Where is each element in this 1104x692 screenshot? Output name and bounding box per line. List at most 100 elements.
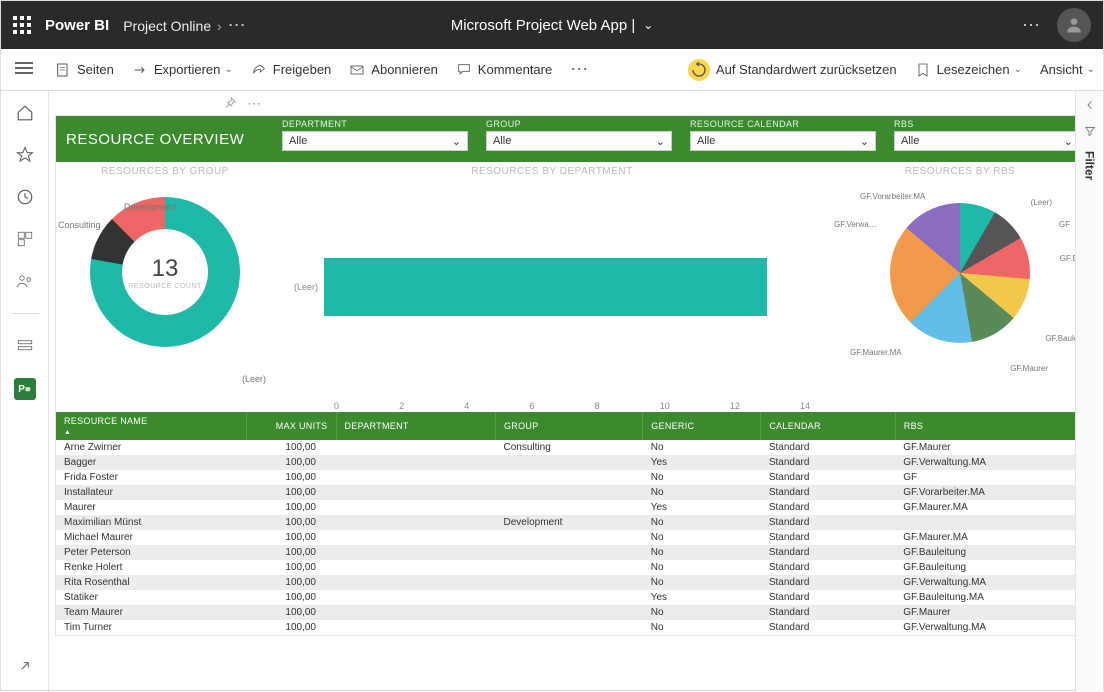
expand-icon[interactable] [15,656,35,676]
cell: GF.Verwaltung.MA [895,575,1089,590]
cell: Standard [761,620,895,635]
share-button[interactable]: Freigeben [251,62,332,78]
chevron-left-icon[interactable] [1084,99,1096,111]
cell [336,605,496,620]
menu-toggle-icon[interactable] [15,59,33,77]
breadcrumb[interactable]: Project Online › ⋯ [123,15,246,36]
project-app-icon[interactable]: P≣ [14,378,36,400]
comment-icon [456,62,472,78]
cell: GF.Maurer [895,605,1089,620]
pages-label: Seiten [77,62,114,77]
export-button[interactable]: Exportieren ⌄ [132,62,233,78]
avatar[interactable] [1057,8,1091,42]
cell: Standard [761,590,895,605]
mail-icon [349,62,365,78]
slice-label: GF.Maurer [1010,364,1048,373]
cell [496,545,643,560]
table-row[interactable]: Maximilian Münst100,00DevelopmentNoStand… [56,515,1090,530]
filter-department-select[interactable]: Alle⌄ [282,131,468,151]
tick: 2 [399,401,404,411]
bar-chart: (Leer) 0 2 4 6 8 10 12 14 [274,177,830,427]
reset-icon [688,59,710,81]
cell [336,530,496,545]
filter-group-select[interactable]: Alle⌄ [486,131,672,151]
table-row[interactable]: Renke Holert100,00NoStandardGF.Bauleitun… [56,560,1090,575]
home-icon[interactable] [15,103,35,123]
filter-rbs-select[interactable]: Alle⌄ [894,131,1080,151]
resource-table[interactable]: RESOURCE NAME▲MAX UNITSDEPARTMENTGROUPGE… [56,412,1090,635]
cell: GF.Maurer [895,440,1089,455]
reset-label: Auf Standardwert zurücksetzen [716,62,897,77]
favorites-icon[interactable] [15,145,35,165]
charts-row: RESOURCES BY GROUP 13 RESOURCE COUNT Dev… [56,162,1090,412]
cell: Standard [761,575,895,590]
cell: No [643,575,761,590]
cell [895,515,1089,530]
filter-value: Alle [493,135,511,147]
cell: Standard [761,470,895,485]
col-header[interactable]: RBS [895,412,1089,440]
toolbar-more-icon[interactable]: ⋯ [570,59,589,80]
report-title: RESOURCE OVERVIEW [56,116,274,162]
chart-resources-by-group[interactable]: RESOURCES BY GROUP 13 RESOURCE COUNT Dev… [56,162,274,412]
bookmark-icon [915,62,931,78]
table-row[interactable]: Michael Maurer100,00NoStandardGF.Maurer.… [56,530,1090,545]
filter-value: Alle [289,135,307,147]
cell [336,440,496,455]
cell [336,470,496,485]
table-row[interactable]: Rita Rosenthal100,00NoStandardGF.Verwalt… [56,575,1090,590]
tick: 14 [800,401,810,411]
cell: No [643,515,761,530]
col-header[interactable]: RESOURCE NAME▲ [56,412,246,440]
table-row[interactable]: Team Maurer100,00NoStandardGF.Maurer [56,605,1090,620]
table-row[interactable]: Bagger100,00YesStandardGF.Verwaltung.MA [56,455,1090,470]
breadcrumb-more-icon[interactable]: ⋯ [228,15,247,35]
chart-title: RESOURCES BY RBS [830,162,1090,177]
recent-icon[interactable] [15,187,35,207]
bar [324,258,767,316]
chevron-down-icon: ⌄ [1087,64,1095,75]
reset-button[interactable]: Auf Standardwert zurücksetzen [688,59,897,81]
apps-icon[interactable] [15,229,35,249]
cell: Standard [761,530,895,545]
overflow-menu-icon[interactable]: ⋯ [1022,15,1041,36]
filter-pane[interactable]: Filter [1075,91,1103,692]
cell: No [643,530,761,545]
donut-label: RESOURCE COUNT [128,283,202,290]
bar-category: (Leer) [284,282,324,292]
pin-icon[interactable] [223,96,237,110]
filter-label: RBS [894,119,1080,129]
table-row[interactable]: Arne Zwirner100,00ConsultingNoStandardGF… [56,440,1090,455]
cell: 100,00 [246,560,336,575]
cell: 100,00 [246,515,336,530]
body: P≣ ⋯ RESOURCE OVERVIEW DEPARTMENT Alle⌄ … [1,91,1103,692]
table-row[interactable]: Tim Turner100,00NoStandardGF.Verwaltung.… [56,620,1090,635]
report: RESOURCE OVERVIEW DEPARTMENT Alle⌄ GROUP… [55,115,1091,636]
pages-button[interactable]: Seiten [55,62,114,78]
bookmarks-button[interactable]: Lesezeichen ⌄ [915,62,1022,78]
table-row[interactable]: Peter Peterson100,00NoStandardGF.Bauleit… [56,545,1090,560]
table-row[interactable]: Maurer100,00YesStandardGF.Maurer.MA [56,500,1090,515]
workspaces-icon[interactable] [15,336,35,356]
chart-resources-by-department[interactable]: RESOURCES BY DEPARTMENT (Leer) 0 2 4 6 8 [274,162,830,412]
filter-pane-label: Filter [1083,151,1097,180]
table-row[interactable]: Statiker100,00YesStandardGF.Bauleitung.M… [56,590,1090,605]
filter-calendar-select[interactable]: Alle⌄ [690,131,876,151]
app-launcher-icon[interactable] [13,16,31,34]
filter-label: RESOURCE CALENDAR [690,119,876,129]
subscribe-label: Abonnieren [371,62,438,77]
cell: Peter Peterson [56,545,246,560]
page-title[interactable]: Microsoft Project Web App | ⌄ [451,17,654,34]
chart-resources-by-rbs[interactable]: RESOURCES BY RBS GF.Vorarbeiter.MA GF.Ve… [830,162,1090,412]
table-row[interactable]: Installateur100,00NoStandardGF.Vorarbeit… [56,485,1090,500]
cell: GF.Verwaltung.MA [895,455,1089,470]
comments-button[interactable]: Kommentare [456,62,552,78]
subscribe-button[interactable]: Abonnieren [349,62,438,78]
shared-icon[interactable] [15,271,35,291]
donut-chart: 13 RESOURCE COUNT [90,197,240,347]
cell: Standard [761,560,895,575]
chevron-right-icon: › [217,18,222,34]
visual-more-icon[interactable]: ⋯ [247,95,262,112]
table-row[interactable]: Frida Foster100,00NoStandardGF [56,470,1090,485]
view-button[interactable]: Ansicht ⌄ [1040,62,1095,77]
